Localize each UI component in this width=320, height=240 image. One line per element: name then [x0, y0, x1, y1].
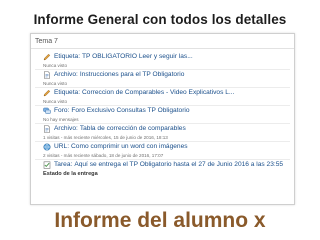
activity-link[interactable]: Aquí se entrega el TP Obligatorio hasta … [74, 160, 283, 170]
activity-type-label: Foro: [54, 107, 70, 114]
forum-icon [43, 107, 51, 115]
activity-meta: Nunca visto [43, 99, 68, 104]
activity-item: Etiqueta: TP OBLIGATORIO Leer y seguir l… [31, 52, 294, 69]
activity-link[interactable]: Instrucciones para el TP Obligatorio [80, 70, 185, 80]
file-icon [43, 125, 51, 133]
link-icon [43, 143, 51, 151]
activity-type-label: Etiqueta: [54, 89, 81, 96]
activity-type-label: URL: [54, 143, 70, 150]
activity-meta: 2 visitas - más reciente sábado, 18 de j… [43, 153, 164, 158]
task-icon [43, 161, 51, 169]
activity-item: Foro: Foro Exclusivo Consultas TP Obliga… [31, 106, 294, 123]
activity-link[interactable]: Como comprimir un word con imágenes [71, 142, 188, 152]
activity-type-label: Etiqueta: [54, 53, 81, 60]
activity-item: Archivo: Tabla de corrección de comparab… [31, 124, 294, 141]
slide-title: Informe General con todos los detalles [33, 12, 287, 27]
activity-type-label: Tarea: [54, 161, 73, 168]
activity-meta: 1 visitas - más reciente miércoles, 15 d… [43, 135, 168, 140]
course-report-panel: Tema 7 Etiqueta: TP OBLIGATORIO Leer y s… [30, 33, 295, 205]
pencil-icon [43, 89, 51, 97]
activity-link[interactable]: Foro Exclusivo Consultas TP Obligatorio [71, 106, 189, 116]
activity-item: Tarea: Aquí se entrega el TP Obligatorio… [31, 160, 294, 179]
activity-type-label: Archivo: [54, 71, 78, 78]
activity-link[interactable]: Tabla de corrección de comparables [80, 124, 186, 134]
slide-subtitle: Informe del alumno x [54, 209, 266, 232]
activity-meta: Nunca visto [43, 81, 68, 86]
submission-status: Estado de la entrega [43, 171, 98, 177]
activity-item: URL: Como comprimir un word con imágenes… [31, 142, 294, 159]
activity-meta: Nunca visto [43, 63, 68, 68]
activity-meta: No hay mensajes [43, 117, 79, 122]
activity-type-label: Archivo: [54, 125, 78, 132]
activity-link[interactable]: Correccion de Comparables - Video Explic… [82, 88, 234, 98]
activity-item: Archivo: Instrucciones para el TP Obliga… [31, 70, 294, 87]
activity-item: Etiqueta: Correccion de Comparables - Vi… [31, 88, 294, 105]
file-icon [43, 71, 51, 79]
activity-link[interactable]: TP OBLIGATORIO Leer y seguir las... [82, 52, 193, 62]
pencil-icon [43, 53, 51, 61]
section-title: Tema 7 [31, 34, 294, 49]
